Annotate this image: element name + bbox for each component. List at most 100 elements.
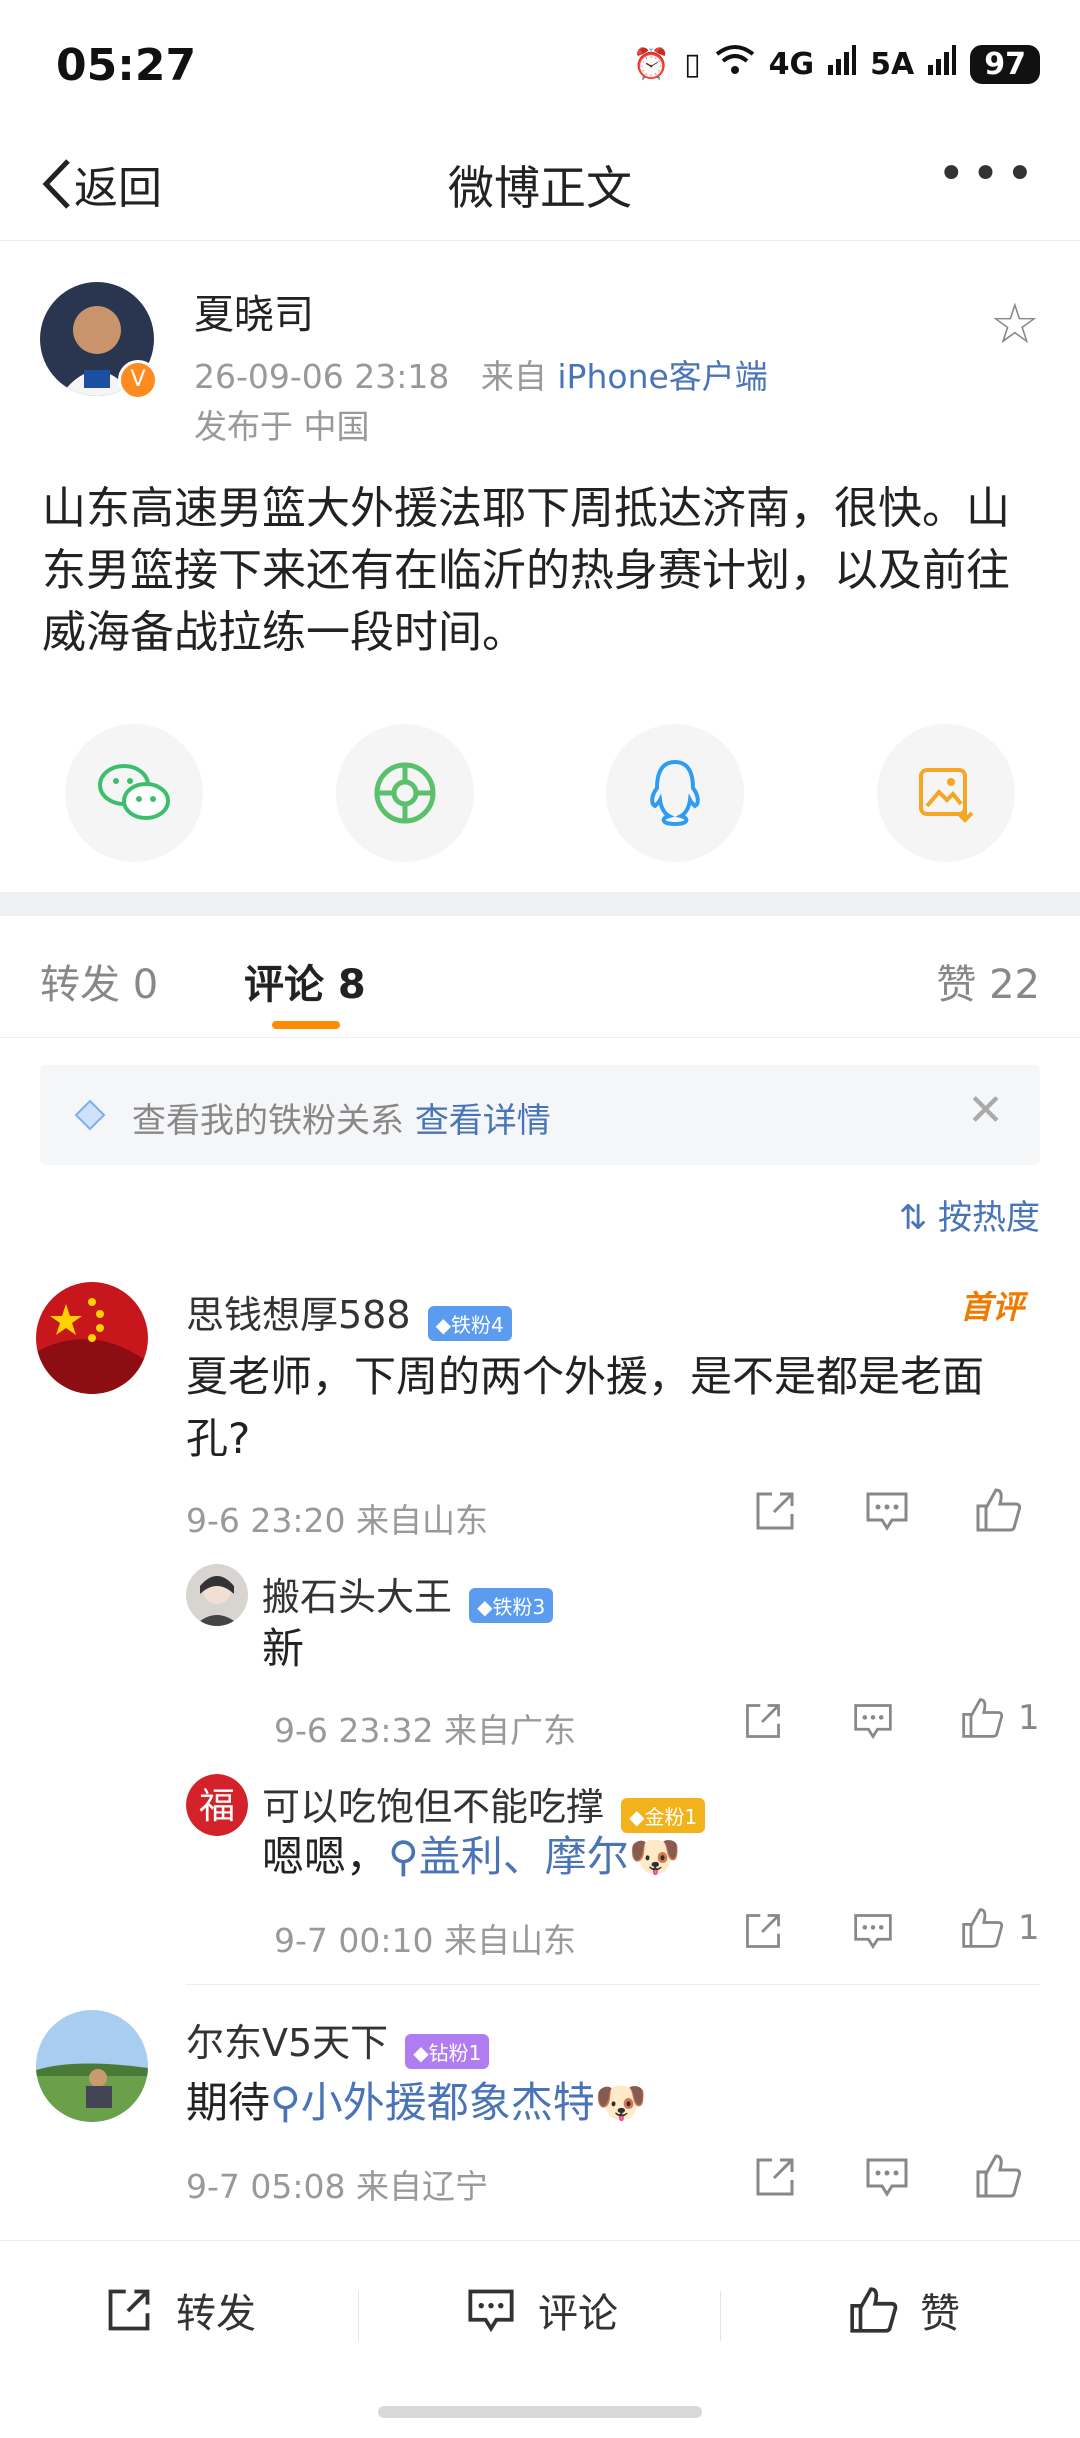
comment-header: 思钱想厚588 ◆铁粉4	[186, 1284, 512, 1341]
tiefen-link[interactable]: 查看详情	[415, 1101, 551, 1141]
network-4g-label: 4G	[768, 46, 815, 82]
like-count: 1	[1018, 1908, 1040, 1948]
tab-divider	[0, 1037, 1080, 1038]
network-5a-label: 5A	[870, 46, 915, 82]
qq-icon	[650, 759, 700, 827]
page-title: 微博正文	[448, 161, 632, 215]
bottom-like-button[interactable]: 赞	[848, 2281, 960, 2339]
tiefen-text-row: 查看我的铁粉关系 查看详情	[132, 1093, 551, 1142]
comment-icon[interactable]	[864, 1488, 910, 1544]
reply-header: 可以吃饱但不能吃撑 ◆金粉1	[262, 1776, 706, 1833]
post-meta: 26-09-06 23:18 来自 iPhone客户端	[194, 350, 768, 398]
author-name[interactable]: 夏晓司	[194, 282, 314, 340]
post-location: 发布于 中国	[194, 407, 370, 446]
post-source[interactable]: iPhone客户端	[557, 357, 767, 396]
tab-comment[interactable]: 评论 8	[244, 952, 366, 1010]
like-icon	[850, 2287, 898, 2333]
like-count: 1	[1018, 1698, 1040, 1738]
topic-search-icon: ⚲	[270, 2078, 301, 2127]
repost-icon[interactable]	[752, 2154, 798, 2210]
tiefen-banner[interactable]: 查看我的铁粉关系 查看详情 ✕	[40, 1065, 1040, 1165]
commenter-avatar[interactable]	[36, 1282, 148, 1394]
bottom-repost-button[interactable]: 转发	[104, 2281, 256, 2339]
save-image-icon	[919, 768, 974, 823]
post-time: 26-09-06 23:18	[194, 357, 450, 396]
emoji-dog-icon: 🐶	[628, 1832, 682, 1881]
comment-icon[interactable]	[852, 1700, 894, 1752]
status-bar: 05:27 ⏰ ▯ 4G 5A 97	[0, 0, 1080, 130]
like-icon[interactable]	[974, 2152, 1022, 2210]
reply-text: 嗯嗯，⚲盖利、摩尔🐶	[262, 1832, 682, 1881]
top-nav: 返回 微博正文 •••	[0, 130, 1080, 241]
like-button[interactable]: 1	[960, 1696, 1040, 1740]
commenter-avatar[interactable]	[36, 2010, 148, 2122]
comment-meta: 9-7 05:08 来自辽宁	[186, 2167, 488, 2206]
vibrate-icon: ▯	[684, 46, 701, 82]
share-wechat-button[interactable]	[65, 724, 203, 862]
reply-author-name[interactable]: 搬石头大王	[262, 1575, 452, 1619]
tab-repost[interactable]: 转发 0	[40, 952, 158, 1010]
repost-icon	[108, 2289, 150, 2331]
fan-badge: ◆铁粉3	[469, 1588, 554, 1623]
repost-icon[interactable]	[742, 1700, 784, 1752]
comment-icon	[468, 2289, 514, 2333]
repost-icon[interactable]	[742, 1910, 784, 1962]
share-moments-button[interactable]	[336, 724, 474, 862]
moments-icon	[374, 762, 436, 824]
reply-meta: 9-7 00:10 来自山东	[274, 1921, 576, 1960]
like-button[interactable]: 1	[960, 1906, 1040, 1950]
repost-icon[interactable]	[752, 1488, 798, 1544]
post-content: 山东高速男篮大外援法耶下周抵达济南，很快。山东男篮接下来还有在临沂的热身赛计划，…	[42, 483, 1010, 658]
first-comment-tag: 首评	[959, 1288, 1024, 1326]
reply-meta: 9-6 23:32 来自广东	[274, 1711, 576, 1750]
reply-author-name[interactable]: 可以吃饱但不能吃撑	[262, 1785, 604, 1829]
verified-badge-icon: V	[118, 360, 158, 400]
reply-text: 新	[262, 1624, 305, 1673]
bottom-comment-label: 评论	[538, 2291, 618, 2337]
comment-icon[interactable]	[864, 2154, 910, 2210]
share-qq-button[interactable]	[606, 724, 744, 862]
bottom-repost-label: 转发	[176, 2291, 256, 2337]
home-indicator[interactable]	[378, 2406, 702, 2418]
tab-like[interactable]: 赞 22	[936, 952, 1040, 1010]
alarm-icon: ⏰	[632, 46, 671, 82]
tiefen-text: 查看我的铁粉关系	[132, 1101, 404, 1141]
bottom-comment-button[interactable]: 评论	[466, 2281, 618, 2339]
comment-header: 尔东V5天下 ◆钻粉1	[186, 2012, 490, 2069]
emoji-dog-icon: 🐶	[594, 2078, 648, 2127]
section-divider	[0, 892, 1080, 916]
battery-indicator: 97	[970, 44, 1040, 84]
commenter-name[interactable]: 尔东V5天下	[186, 2021, 388, 2065]
topic-link[interactable]: 盖利、摩尔	[419, 1832, 629, 1881]
reply-avatar[interactable]	[186, 1564, 248, 1626]
like-icon	[962, 1698, 1004, 1738]
close-icon[interactable]: ✕	[967, 1085, 1004, 1136]
post-source-prefix: 来自	[480, 357, 547, 396]
comment-divider	[186, 1984, 1040, 1985]
signal-icon	[928, 45, 957, 83]
status-time: 05:27	[56, 40, 197, 91]
bottom-separator	[358, 2291, 359, 2341]
commenter-name[interactable]: 思钱想厚588	[186, 1293, 411, 1337]
comment-icon[interactable]	[852, 1910, 894, 1962]
signal-icon	[828, 45, 857, 83]
bottom-like-label: 赞	[920, 2291, 960, 2337]
tab-active-indicator	[272, 1021, 340, 1029]
reply-header: 搬石头大王 ◆铁粉3	[262, 1566, 554, 1623]
more-icon[interactable]: •••	[937, 146, 1040, 202]
like-icon[interactable]	[974, 1486, 1022, 1544]
reply-avatar[interactable]: 福	[186, 1774, 248, 1836]
comment-meta: 9-6 23:20 来自山东	[186, 1501, 488, 1540]
comment-text: 夏老师，下周的两个外援，是不是都是老面孔?	[186, 1352, 985, 1463]
like-icon	[962, 1908, 1004, 1948]
status-icons: ⏰ ▯ 4G 5A 97	[633, 44, 1040, 84]
save-image-button[interactable]	[877, 724, 1015, 862]
fan-badge: ◆钻粉1	[405, 2034, 490, 2069]
svg-text:福: 福	[199, 1786, 235, 1827]
wifi-icon	[715, 44, 755, 84]
sort-button[interactable]: ⇅ 按热度	[899, 1190, 1040, 1239]
favorite-star-icon[interactable]: ☆	[990, 292, 1040, 357]
fan-badge: ◆铁粉4	[427, 1306, 512, 1341]
topic-link[interactable]: 小外援都象杰特	[301, 2078, 595, 2127]
sort-icon: ⇅	[898, 1198, 928, 1238]
